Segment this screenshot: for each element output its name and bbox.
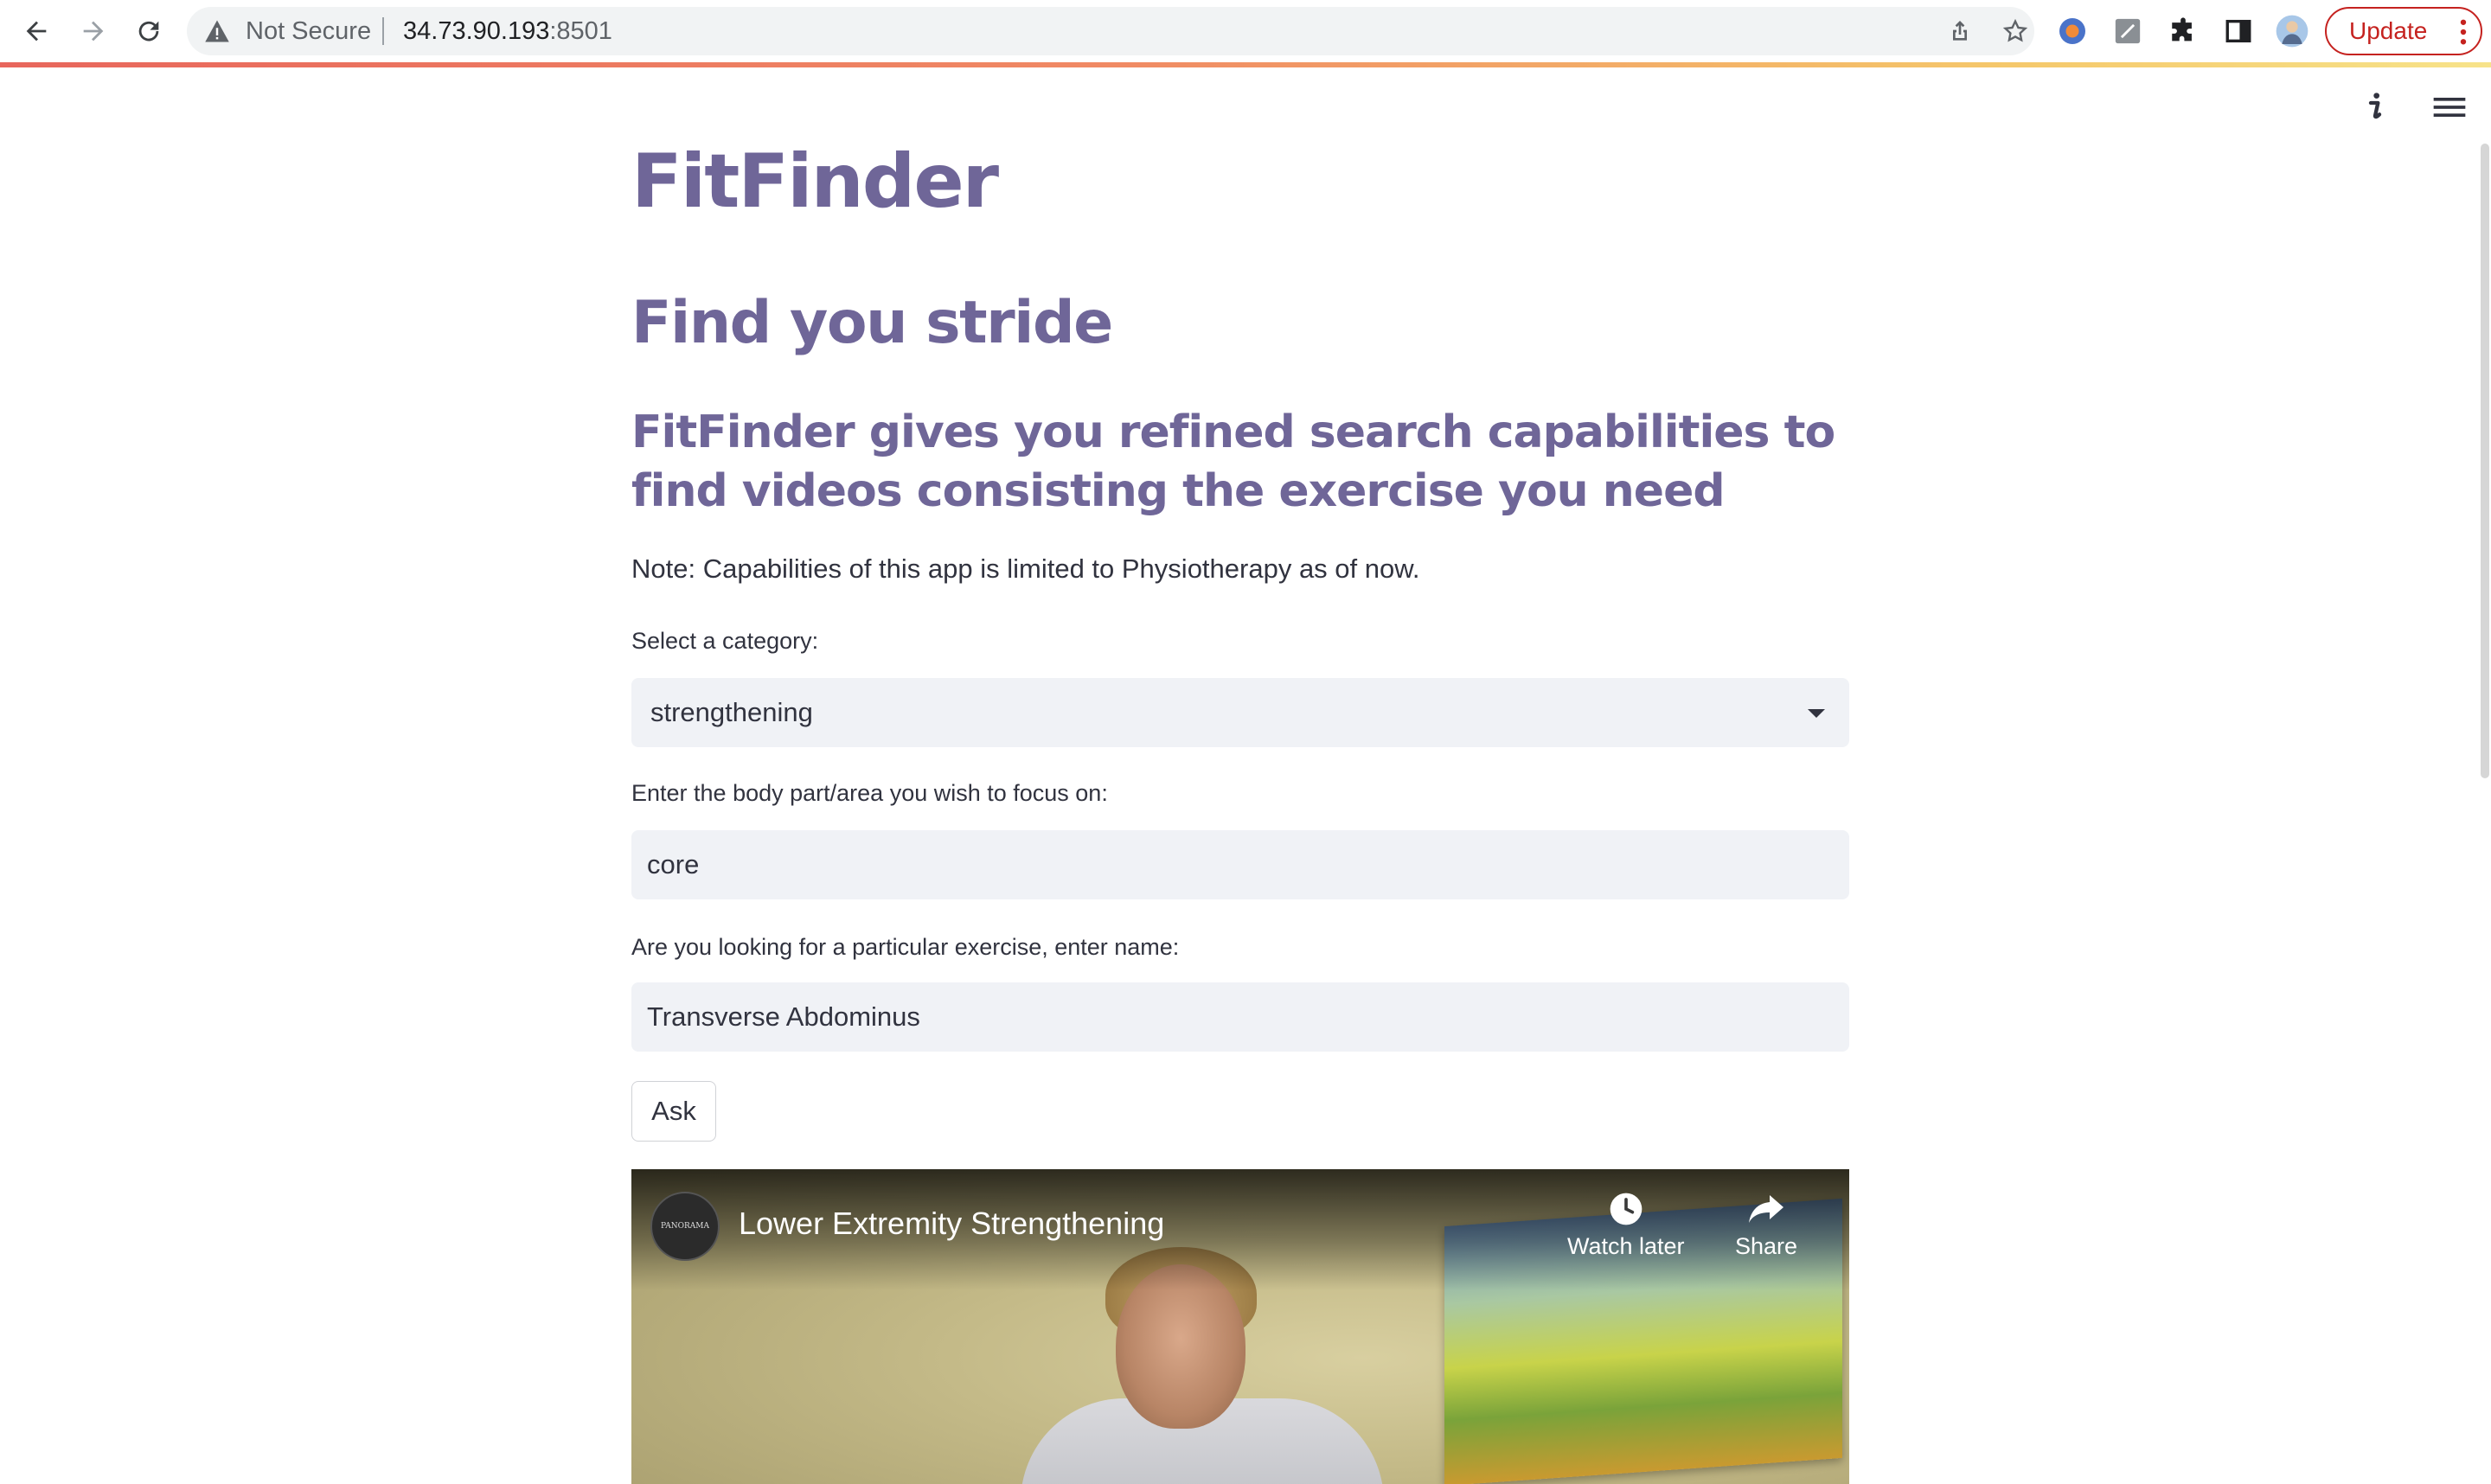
extension-icon[interactable] bbox=[2055, 14, 2090, 48]
exercise-label: Are you looking for a particular exercis… bbox=[631, 934, 1180, 960]
chevron-down-icon bbox=[1808, 709, 1825, 718]
share-arrow-icon bbox=[1749, 1195, 1784, 1223]
warning-icon bbox=[205, 20, 229, 42]
video-title[interactable]: Lower Extremity Strengthening bbox=[739, 1206, 1164, 1242]
browser-toolbar: Not Secure 34.73.90.193:8501 Update bbox=[0, 0, 2491, 64]
share-icon[interactable] bbox=[1946, 17, 1974, 45]
body-part-label: Enter the body part/area you wish to foc… bbox=[631, 780, 1108, 806]
reload-icon[interactable] bbox=[130, 12, 168, 50]
body-part-value: core bbox=[647, 849, 700, 880]
category-selected-value: strengthening bbox=[650, 697, 813, 727]
page-title: FitFinder bbox=[631, 138, 999, 225]
omnibox-divider bbox=[382, 17, 384, 45]
note-text: Note: Capabilities of this app is limite… bbox=[631, 553, 1420, 584]
lead-heading: FitFinder gives you refined search capab… bbox=[631, 406, 1835, 517]
body-part-input[interactable]: core bbox=[631, 830, 1849, 899]
video-player[interactable]: PANORAMA Lower Extremity Strengthening W… bbox=[631, 1169, 1849, 1484]
exercise-value: Transverse Abdominus bbox=[647, 1001, 920, 1032]
hamburger-menu-icon[interactable] bbox=[2430, 90, 2469, 125]
url-host: 34.73.90.193 bbox=[403, 17, 550, 45]
share-label: Share bbox=[1735, 1233, 1798, 1259]
arrow-left-icon[interactable] bbox=[17, 12, 55, 50]
channel-logo[interactable]: PANORAMA bbox=[650, 1192, 720, 1261]
extension-icon[interactable] bbox=[2110, 14, 2145, 48]
page-subtitle: Find you stride bbox=[631, 289, 1113, 357]
url-port: :8501 bbox=[549, 17, 612, 45]
category-select[interactable]: strengthening bbox=[631, 678, 1849, 747]
ask-button[interactable]: Ask bbox=[631, 1081, 716, 1142]
update-label: Update bbox=[2349, 17, 2428, 44]
channel-logo-text: PANORAMA bbox=[661, 1222, 709, 1231]
star-icon[interactable] bbox=[2001, 17, 2029, 45]
clock-icon bbox=[1610, 1193, 1643, 1225]
more-vert-icon bbox=[2460, 19, 2467, 45]
puzzle-icon[interactable] bbox=[2166, 14, 2200, 48]
watch-later-label: Watch later bbox=[1567, 1233, 1685, 1259]
category-label: Select a category: bbox=[631, 628, 819, 654]
info-icon[interactable] bbox=[2358, 90, 2392, 125]
side-panel-icon[interactable] bbox=[2221, 14, 2256, 48]
exercise-input[interactable]: Transverse Abdominus bbox=[631, 982, 1849, 1052]
security-label[interactable]: Not Secure bbox=[246, 17, 371, 46]
watch-later-button[interactable]: Watch later bbox=[1567, 1190, 1685, 1260]
address-bar[interactable]: Not Secure 34.73.90.193:8501 bbox=[187, 7, 2034, 55]
arrow-right-icon[interactable] bbox=[74, 12, 112, 50]
scrollbar-thumb[interactable] bbox=[2481, 144, 2489, 778]
share-video-button[interactable]: Share bbox=[1735, 1190, 1797, 1260]
url-text[interactable]: 34.73.90.193:8501 bbox=[403, 17, 612, 46]
update-button[interactable]: Update bbox=[2325, 7, 2482, 55]
loading-gradient-bar bbox=[0, 62, 2491, 67]
profile-avatar[interactable] bbox=[2275, 14, 2309, 48]
